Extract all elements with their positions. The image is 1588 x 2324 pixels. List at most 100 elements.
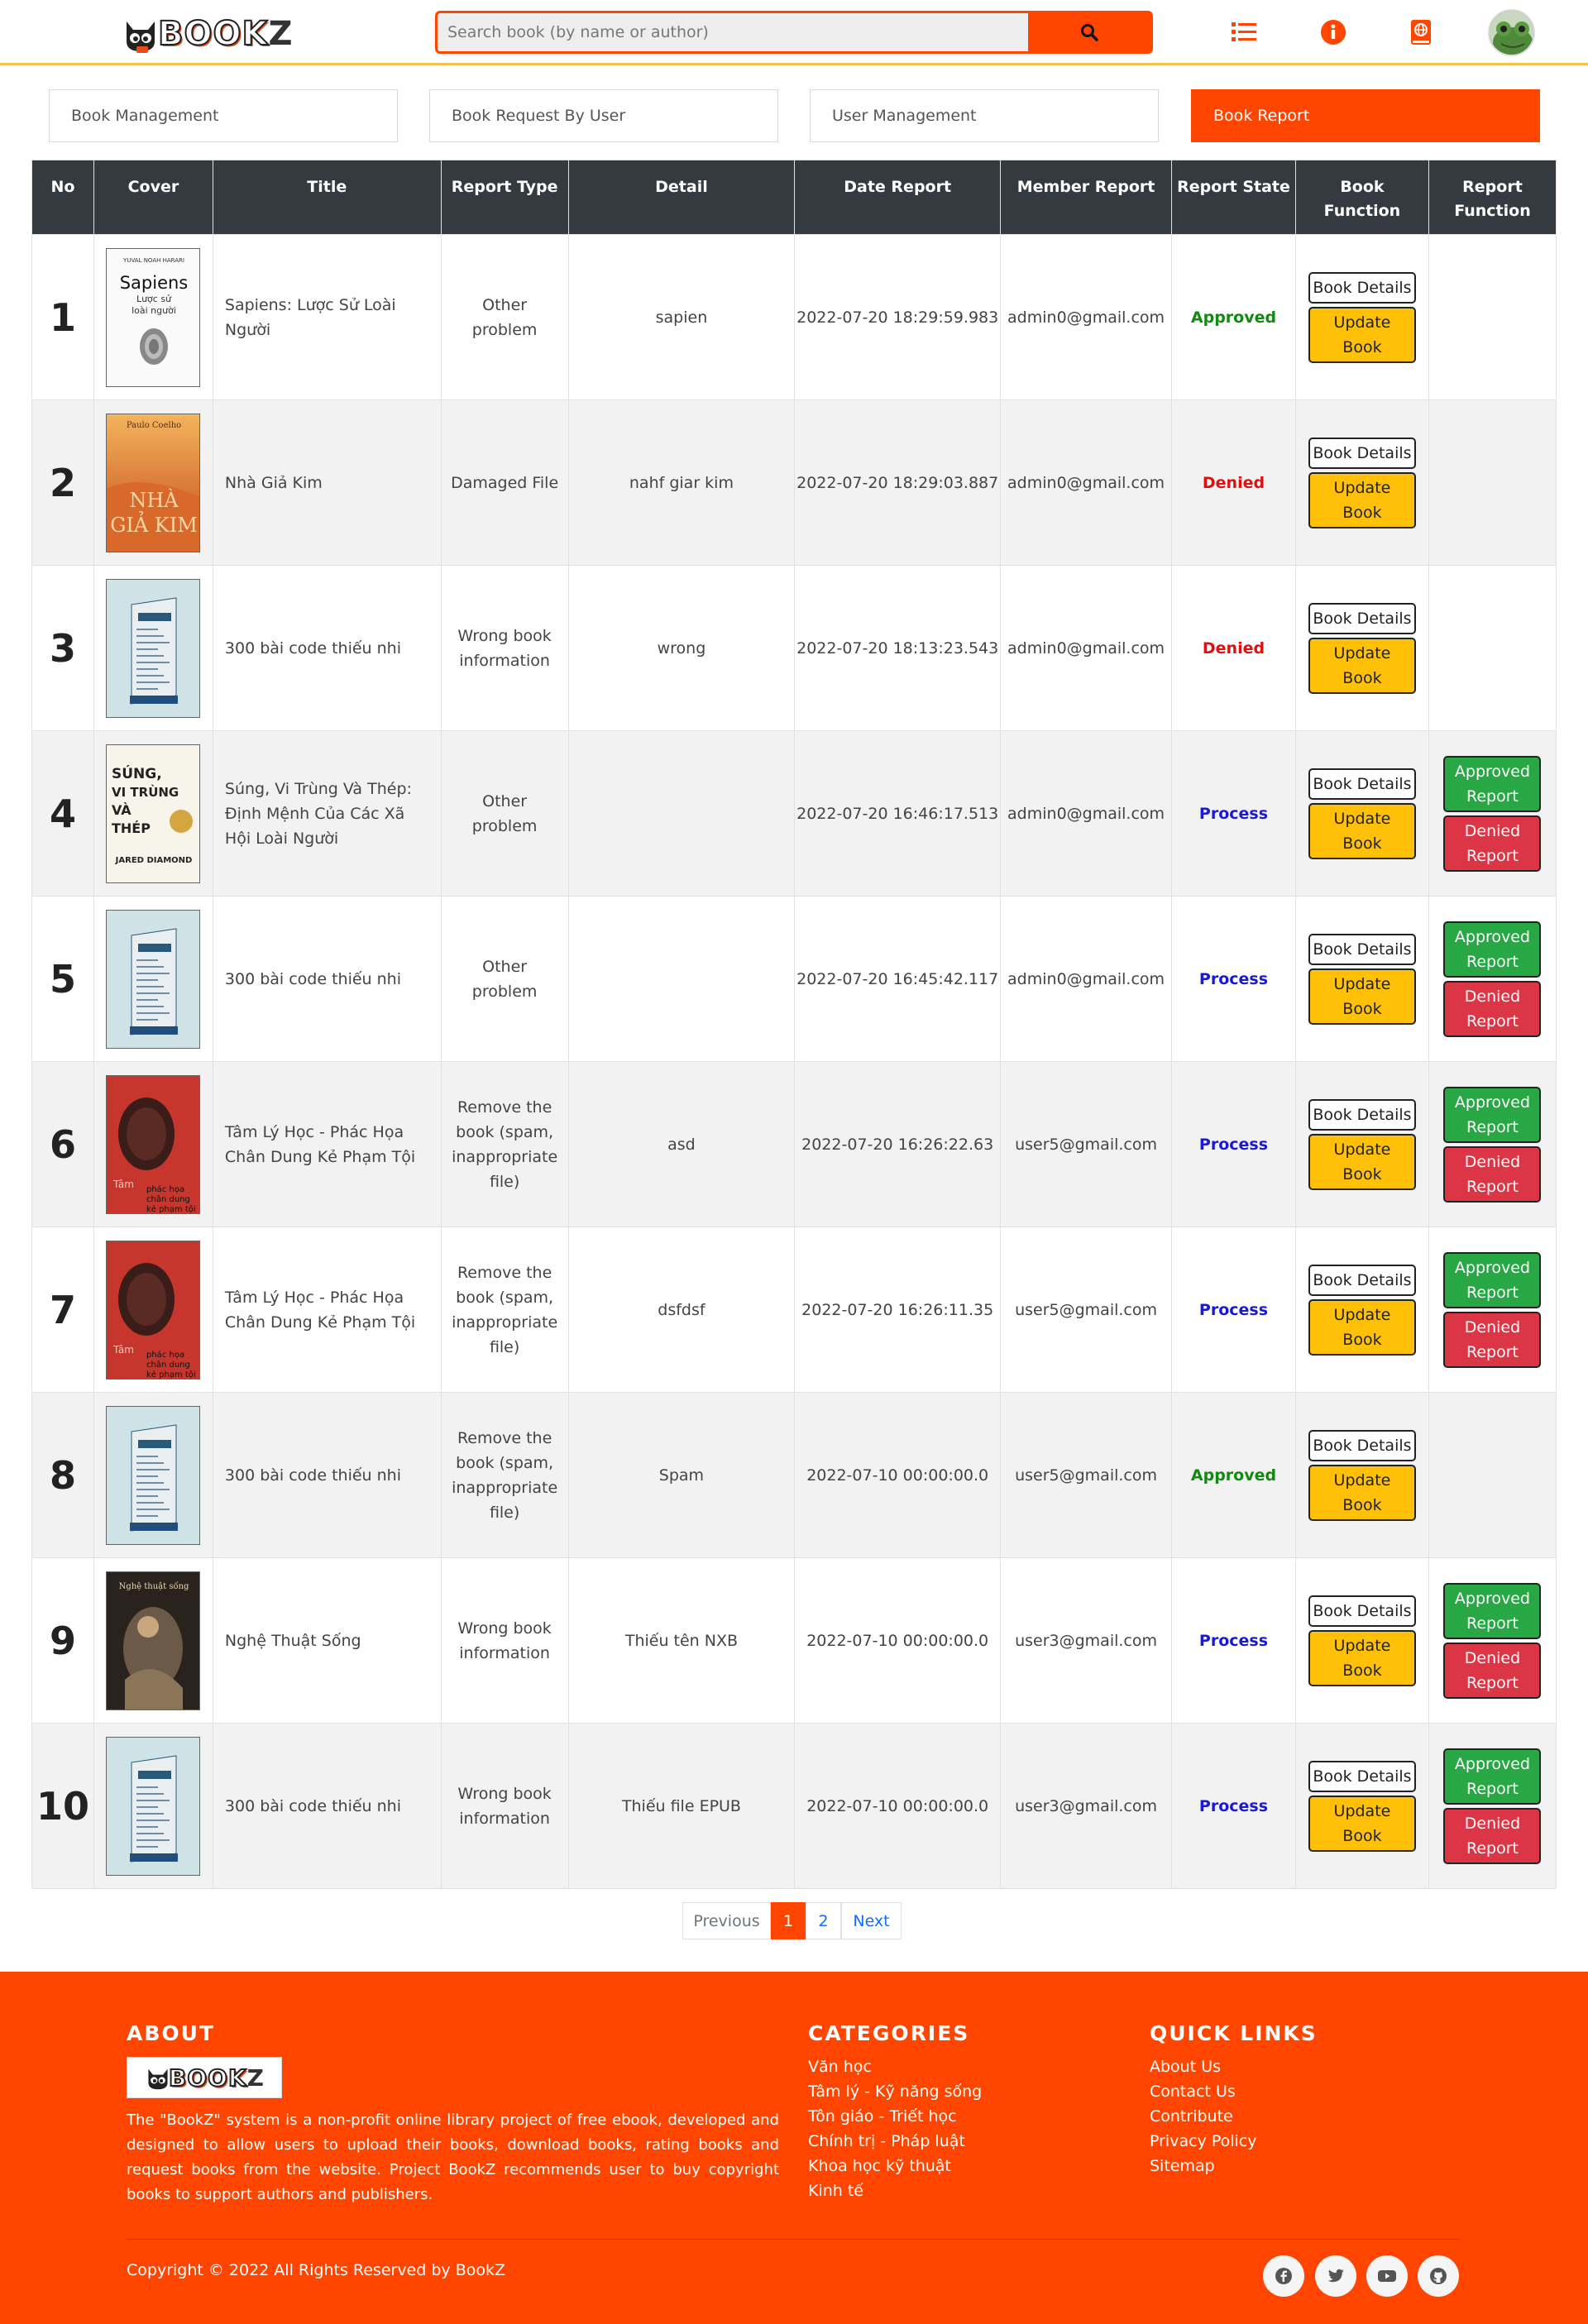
book-details-button[interactable]: Book Details	[1308, 767, 1416, 800]
search-input[interactable]	[438, 13, 1028, 51]
twitter-button[interactable]	[1315, 2255, 1356, 2297]
footer-quick-link[interactable]: Contact Us	[1150, 2079, 1256, 2104]
pagination-next[interactable]: Next	[841, 1902, 902, 1939]
copyright-brand-link[interactable]: BookZ	[456, 2261, 505, 2279]
book-details-button[interactable]: Book Details	[1308, 1595, 1416, 1627]
book-details-button[interactable]: Book Details	[1308, 1098, 1416, 1131]
footer-quick-link[interactable]: Privacy Policy	[1150, 2129, 1256, 2154]
svg-text:VÀ: VÀ	[112, 802, 132, 818]
footer-category-link[interactable]: Khoa học kỹ thuật	[808, 2154, 982, 2178]
pagination-page-2[interactable]: 2	[806, 1902, 841, 1939]
book-cover-image[interactable]	[106, 578, 201, 718]
book-title: 300 bài code thiếu nhi	[212, 896, 442, 1062]
svg-text:JARED DIAMOND: JARED DIAMOND	[115, 856, 193, 865]
github-button[interactable]	[1418, 2255, 1459, 2297]
footer-category-link[interactable]: Kinh tế	[808, 2178, 982, 2203]
deny-report-button[interactable]: Denied Report	[1443, 815, 1542, 872]
book-cover-image[interactable]	[106, 1405, 201, 1545]
update-book-button[interactable]: Update Book	[1308, 637, 1416, 694]
report-detail: Thiếu file EPUB	[567, 1723, 796, 1889]
deny-report-button[interactable]: Denied Report	[1443, 1145, 1542, 1203]
footer-quick-link[interactable]: About Us	[1150, 2054, 1256, 2079]
update-book-button[interactable]: Update Book	[1308, 306, 1416, 363]
book-details-button[interactable]: Book Details	[1308, 271, 1416, 304]
report-detail	[567, 896, 796, 1062]
footer-quick-link[interactable]: Contribute	[1150, 2104, 1256, 2129]
footer-quick-link[interactable]: Sitemap	[1150, 2154, 1256, 2178]
deny-report-button[interactable]: Denied Report	[1443, 1807, 1542, 1864]
deny-report-button[interactable]: Denied Report	[1443, 1311, 1542, 1368]
book-details-button[interactable]: Book Details	[1308, 1760, 1416, 1792]
table-row: 9 Nghệ thuật sống Nghệ Thuật Sống Wrong …	[31, 1557, 1557, 1724]
approve-report-button[interactable]: Approved Report	[1443, 1582, 1542, 1639]
update-book-button[interactable]: Update Book	[1308, 1298, 1416, 1356]
upload-book-button[interactable]	[1407, 18, 1435, 46]
approve-report-button[interactable]: Approved Report	[1443, 1251, 1542, 1308]
info-button[interactable]	[1319, 18, 1347, 46]
book-title: 300 bài code thiếu nhi	[212, 565, 442, 731]
svg-text:Tâm: Tâm	[112, 1179, 134, 1190]
book-cover-image[interactable]: Paulo Coelho NHÀ GIẢ KIM	[106, 413, 201, 552]
approve-report-button[interactable]: Approved Report	[1443, 1086, 1542, 1143]
book-cover-image[interactable]	[106, 1736, 201, 1876]
book-details-button[interactable]: Book Details	[1308, 1429, 1416, 1461]
approve-report-button[interactable]: Approved Report	[1443, 755, 1542, 812]
book-details-button[interactable]: Book Details	[1308, 437, 1416, 469]
book-cover-image[interactable]: Nghệ thuật sống	[106, 1571, 201, 1710]
tab-book-management[interactable]: Book Management	[49, 89, 398, 142]
book-function-cell: Book Details Update Book	[1294, 1723, 1429, 1889]
book-cover-image[interactable]: SÚNG, VI TRÙNG VÀ THÉP JARED DIAMOND	[106, 744, 201, 883]
update-book-button[interactable]: Update Book	[1308, 802, 1416, 859]
search-button[interactable]	[1028, 13, 1150, 51]
footer-category-link[interactable]: Văn học	[808, 2054, 982, 2079]
date-report: 2022-07-20 18:29:59.983	[794, 234, 1002, 400]
book-cover-image[interactable]: YUVAL NOAH HARARI Sapiens Lược sử loài n…	[106, 247, 201, 387]
update-book-button[interactable]: Update Book	[1308, 968, 1416, 1025]
member-report: user3@gmail.com	[1000, 1723, 1173, 1889]
book-details-button[interactable]: Book Details	[1308, 602, 1416, 634]
footer-category-link[interactable]: Tâm lý - Kỹ năng sống	[808, 2079, 982, 2104]
pagination-page-1[interactable]: 1	[771, 1902, 806, 1939]
update-book-button[interactable]: Update Book	[1308, 1133, 1416, 1190]
footer-category-link[interactable]: Tôn giáo - Triết học	[808, 2104, 982, 2129]
report-detail: Thiếu tên NXB	[567, 1557, 796, 1724]
report-state-badge: Approved	[1190, 308, 1277, 327]
book-cover-image[interactable]	[106, 909, 201, 1049]
deny-report-button[interactable]: Denied Report	[1443, 1642, 1542, 1699]
user-avatar[interactable]	[1488, 9, 1535, 56]
book-cover-image[interactable]: Tâm phác họa chân dung kẻ phạm tội	[106, 1074, 201, 1214]
report-detail	[567, 730, 796, 897]
approve-report-button[interactable]: Approved Report	[1443, 1748, 1542, 1805]
footer-category-link[interactable]: Chính trị - Pháp luật	[808, 2129, 982, 2154]
report-state-cell: Approved	[1171, 1392, 1296, 1558]
book-function-cell: Book Details Update Book	[1294, 730, 1429, 897]
date-report: 2022-07-20 16:26:11.35	[794, 1227, 1002, 1393]
copyright-text: Copyright © 2022 All Rights Reserved by	[127, 2261, 451, 2279]
cover-cell: SÚNG, VI TRÙNG VÀ THÉP JARED DIAMOND	[93, 730, 213, 897]
pagination-previous[interactable]: Previous	[682, 1902, 771, 1939]
book-cover-image[interactable]: Tâm phác họa chân dung kẻ phạm tội	[106, 1240, 201, 1380]
approve-report-button[interactable]: Approved Report	[1443, 921, 1542, 978]
tab-book-report[interactable]: Book Report	[1191, 89, 1540, 142]
bookz-logo[interactable]: BOOKZ	[120, 12, 294, 56]
report-function-cell	[1428, 234, 1557, 400]
tab-book-request-by-user[interactable]: Book Request By User	[429, 89, 778, 142]
book-details-button[interactable]: Book Details	[1308, 1264, 1416, 1296]
book-details-button[interactable]: Book Details	[1308, 933, 1416, 965]
col-header-report-function: Report Function	[1428, 160, 1557, 235]
update-book-button[interactable]: Update Book	[1308, 1464, 1416, 1521]
pagination: Previous 1 2 Next	[682, 1902, 902, 1939]
report-type: Wrong book information	[440, 565, 569, 731]
col-header-member-report: Member Report	[1000, 160, 1173, 235]
update-book-button[interactable]: Update Book	[1308, 471, 1416, 528]
row-number: 5	[31, 896, 94, 1062]
facebook-button[interactable]	[1263, 2255, 1304, 2297]
cat-logo-icon	[148, 2068, 168, 2090]
deny-report-button[interactable]: Denied Report	[1443, 980, 1542, 1037]
tab-user-management[interactable]: User Management	[810, 89, 1159, 142]
update-book-button[interactable]: Update Book	[1308, 1629, 1416, 1686]
report-state-badge: Process	[1198, 1796, 1269, 1815]
update-book-button[interactable]: Update Book	[1308, 1795, 1416, 1852]
youtube-button[interactable]	[1366, 2255, 1408, 2297]
book-list-button[interactable]	[1230, 18, 1258, 46]
